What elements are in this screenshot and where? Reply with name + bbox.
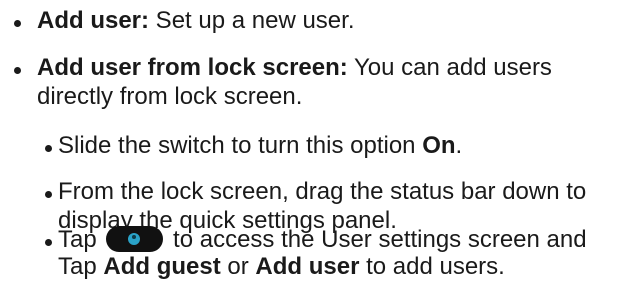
sub-list-item-switch: Slide the switch to turn this option On. [0,131,639,163]
item-text: Add user from lock screen: You can add u… [37,53,552,82]
add-guest-label: Add guest [103,253,221,280]
item-description: You can add users [347,54,552,81]
item-text-continuation: directly from lock screen. [37,82,302,111]
tap-text: Tap [58,226,97,253]
text-segment: to access the User settings screen and [173,226,587,253]
item-text: Tap to access the User settings screen a… [58,225,587,254]
text-line1: From the lock screen, drag the status ba… [58,178,587,205]
text-segment: or [220,253,256,280]
list-item-add-user-from-lock-screen: Add user from lock screen: You can add u… [0,53,639,117]
user-switch-icon [106,225,164,252]
user-dot-icon [128,232,141,245]
text-segment: Slide the switch to turn this option [58,132,423,159]
add-user-label: Add user [255,253,360,280]
on-label: On [422,132,456,159]
bullet [14,20,21,27]
list-item-add-user: Add user: Set up a new user. [0,6,639,38]
item-description: Set up a new user. [149,7,355,34]
sub-list-item-tap-icon: Tap to access the User settings screen a… [0,225,639,287]
item-description-line2: directly from lock screen. [37,83,303,110]
item-title: Add user from lock screen: [37,54,348,81]
bullet [45,191,52,198]
item-text-continuation: Tap Add guest or Add user to add users. [58,252,505,281]
text-segment: to add users. [359,253,505,280]
item-text: From the lock screen, drag the status ba… [58,177,586,206]
bullet [14,67,21,74]
item-title: Add user: [37,7,150,34]
item-text: Add user: Set up a new user. [37,6,354,35]
text-segment: Tap [58,253,104,280]
bullet [45,239,52,246]
item-text: Slide the switch to turn this option On. [58,131,462,160]
bullet [45,145,52,152]
text-segment: . [455,132,463,159]
